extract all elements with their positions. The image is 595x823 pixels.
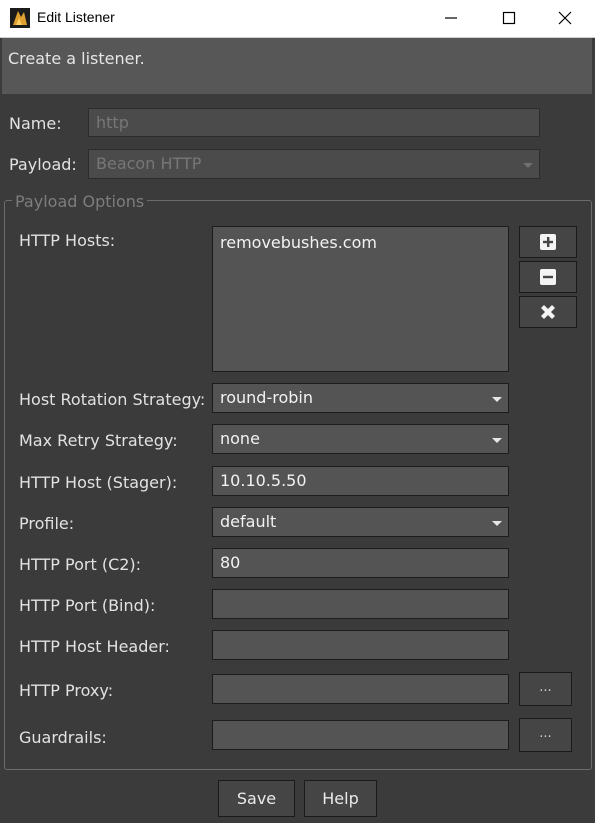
close-icon [558, 11, 572, 25]
http-hosts-label: HTTP Hosts: [19, 231, 116, 250]
http-host-header-input[interactable] [212, 630, 509, 660]
chevron-down-icon [492, 438, 502, 443]
payload-select[interactable]: Beacon HTTP [88, 149, 540, 179]
description-text: Create a listener. [8, 49, 145, 68]
window-title: Edit Listener [37, 9, 115, 25]
add-host-button[interactable] [519, 226, 577, 258]
payload-select-value: Beacon HTTP [96, 154, 202, 173]
http-port-bind-input[interactable] [212, 589, 509, 619]
save-button[interactable]: Save [218, 780, 295, 817]
close-button[interactable] [537, 0, 595, 37]
http-hosts-list[interactable]: removebushes.com [212, 226, 509, 372]
minus-icon [540, 269, 556, 285]
help-button[interactable]: Help [304, 780, 377, 817]
window-titlebar: Edit Listener [0, 0, 595, 38]
payload-options-title: Payload Options [12, 192, 148, 211]
guardrails-input[interactable] [212, 720, 509, 750]
profile-select[interactable]: default [212, 507, 509, 537]
payload-label: Payload: [9, 155, 77, 174]
chevron-down-icon [492, 521, 502, 526]
maximize-icon [502, 11, 516, 25]
name-label: Name: [9, 114, 62, 133]
http-port-c2-label: HTTP Port (C2): [19, 555, 142, 574]
name-field[interactable]: http [88, 108, 540, 137]
list-item[interactable]: removebushes.com [220, 233, 377, 252]
max-retry-label: Max Retry Strategy: [19, 431, 178, 450]
http-proxy-browse-button[interactable]: ... [519, 672, 572, 706]
http-host-header-label: HTTP Host Header: [19, 637, 170, 656]
max-retry-value: none [220, 429, 260, 448]
host-rotation-label: Host Rotation Strategy: [19, 390, 206, 409]
app-icon [10, 8, 30, 28]
http-proxy-label: HTTP Proxy: [19, 681, 114, 700]
close-x-icon [541, 305, 555, 319]
maximize-button[interactable] [481, 0, 539, 37]
http-host-stager-label: HTTP Host (Stager): [19, 473, 178, 492]
max-retry-select[interactable]: none [212, 424, 509, 454]
http-proxy-input[interactable] [212, 674, 509, 704]
host-rotation-value: round-robin [220, 388, 313, 407]
guardrails-browse-button[interactable]: ... [519, 718, 572, 752]
http-port-bind-label: HTTP Port (Bind): [19, 596, 156, 615]
http-host-stager-input[interactable]: 10.10.5.50 [212, 466, 509, 496]
minimize-icon [445, 17, 457, 19]
description-panel: Create a listener. [2, 38, 592, 94]
http-port-c2-input[interactable]: 80 [212, 548, 509, 578]
clear-hosts-button[interactable] [519, 296, 577, 328]
remove-host-button[interactable] [519, 261, 577, 293]
plus-icon [540, 234, 556, 250]
guardrails-label: Guardrails: [19, 728, 107, 747]
minimize-button[interactable] [423, 0, 481, 37]
host-rotation-select[interactable]: round-robin [212, 383, 509, 413]
chevron-down-icon [523, 163, 533, 168]
chevron-down-icon [492, 397, 502, 402]
profile-value: default [220, 512, 277, 531]
profile-label: Profile: [19, 514, 75, 533]
